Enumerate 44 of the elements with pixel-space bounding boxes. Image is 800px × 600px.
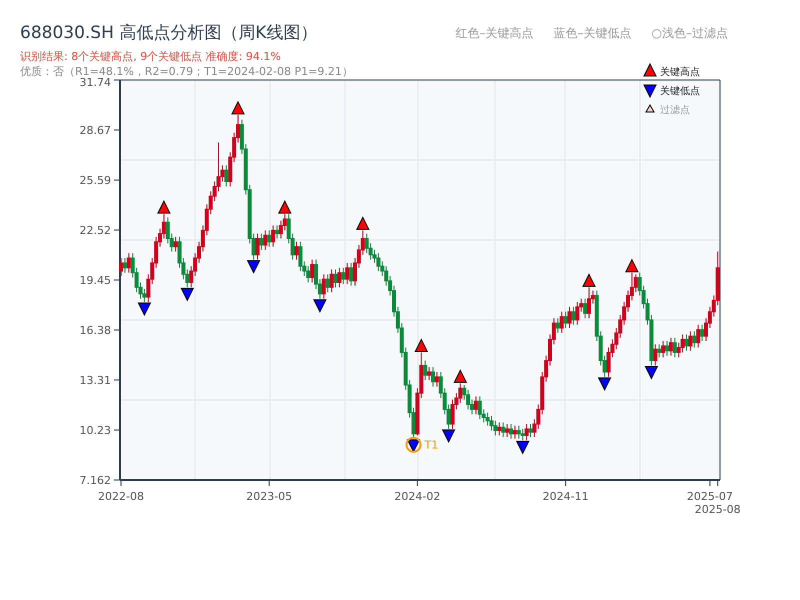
high-point-icon <box>625 258 639 272</box>
x-axis-label: 2024-11 <box>542 490 589 503</box>
marker-label: T1 <box>424 438 438 452</box>
y-axis-label: 19.45 <box>80 274 111 288</box>
low-point-icon <box>598 377 612 391</box>
color-legend-note: 蓝色–关键低点 <box>554 25 632 42</box>
low-point-icon <box>246 260 260 274</box>
color-legend-note: ○浅色–过滤点 <box>652 25 728 42</box>
filtered-legend-icon <box>645 104 655 112</box>
high-point-icon <box>157 200 171 214</box>
high-point-icon <box>231 100 245 114</box>
x-axis-label: 2024-02 <box>394 490 440 503</box>
y-axis-label: 7.162 <box>80 474 111 487</box>
high-point-icon <box>454 369 468 383</box>
legend-label: 关键低点 <box>660 86 700 97</box>
chart-title: 688030.SH 高低点分析图（周K线图） <box>20 22 318 44</box>
y-axis-label: 28.67 <box>80 124 111 137</box>
low-point-icon <box>313 299 327 313</box>
y-axis-label: 16.38 <box>80 324 111 337</box>
high-point-icon <box>414 338 428 352</box>
x-axis-label: 2023-05 <box>246 490 292 503</box>
high-point-icon <box>278 200 292 214</box>
y-axis-label: 22.52 <box>80 224 111 238</box>
low-point-icon <box>180 288 194 302</box>
x-axis-label: 2025-07 <box>686 490 733 503</box>
low-point-icon <box>442 429 456 444</box>
high-point-icon <box>356 216 370 230</box>
low-point-icon <box>516 440 530 454</box>
low-point-icon <box>644 366 658 380</box>
y-axis-label: 13.31 <box>80 374 111 387</box>
low-legend-icon <box>643 84 657 98</box>
low-point-icon <box>138 302 152 316</box>
high-point-icon <box>582 273 596 287</box>
legend-label: 关键高点 <box>660 67 700 78</box>
x-axis-label: 2022-08 <box>98 490 144 503</box>
x-axis-label: 2025-08 <box>694 503 741 516</box>
high-legend-icon <box>643 62 657 76</box>
y-axis-label: 31.74 <box>80 76 111 89</box>
quality-summary: 优质：否（R1=48.1%，R2=0.79；T1=2024-02-08 P1=9.21） <box>20 65 353 78</box>
y-axis-label: 10.23 <box>80 424 111 438</box>
color-legend-note: 红色–关键高点 <box>456 25 534 42</box>
y-axis-label: 25.59 <box>80 174 111 188</box>
legend-label: 过滤点 <box>660 105 690 116</box>
result-summary: 识别结果: 8个关键高点, 9个关键低点 准确度: 94.1% <box>19 50 282 64</box>
